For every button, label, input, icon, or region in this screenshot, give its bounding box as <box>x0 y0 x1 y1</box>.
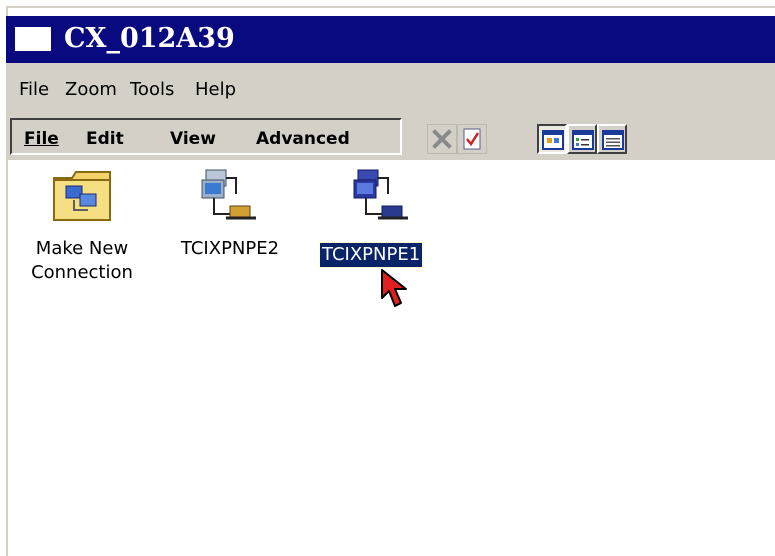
small-icons-view-icon <box>572 130 594 150</box>
properties-button[interactable] <box>457 124 487 154</box>
small-icons-view-button[interactable] <box>567 124 597 154</box>
command-bar: File Edit View Advanced <box>6 115 775 160</box>
connection-label-tcixpnpe2: TCIXPNPE2 <box>180 238 280 259</box>
large-icons-view-icon <box>542 130 564 150</box>
make-new-connection-icon <box>53 171 111 221</box>
connection-label-line2: Connection <box>31 262 133 283</box>
command-menu-group: File Edit View Advanced <box>10 118 402 155</box>
connection-label-line1: Make New <box>35 238 129 259</box>
command-advanced[interactable]: Advanced <box>256 128 350 150</box>
command-file[interactable]: File <box>24 128 59 150</box>
mouse-cursor-icon <box>381 269 407 307</box>
command-file-label: File <box>24 129 59 149</box>
delete-button[interactable] <box>427 124 457 154</box>
network-connection-icon <box>201 169 256 220</box>
window-icon <box>15 27 51 51</box>
menu-tools[interactable]: Tools <box>128 78 176 102</box>
menu-zoom[interactable]: Zoom <box>63 78 119 102</box>
command-edit[interactable]: Edit <box>86 128 124 150</box>
menu-help[interactable]: Help <box>193 78 238 102</box>
details-view-icon <box>602 130 624 150</box>
menu-bar: File Zoom Tools Help <box>6 63 775 115</box>
command-view[interactable]: View <box>170 128 216 150</box>
delete-x-icon <box>432 129 452 149</box>
connection-label-make-new: Make New Connection <box>20 237 144 285</box>
menu-file[interactable]: File <box>17 78 51 102</box>
properties-check-icon <box>463 128 481 150</box>
details-view-button[interactable] <box>597 124 627 154</box>
window-title: CX_012A39 <box>64 23 235 54</box>
network-connection-active-icon <box>353 169 408 220</box>
connection-label-tcixpnpe1: TCIXPNPE1 <box>318 242 424 268</box>
large-icons-view-button[interactable] <box>537 124 567 154</box>
title-bar[interactable]: CX_012A39 <box>6 16 775 63</box>
